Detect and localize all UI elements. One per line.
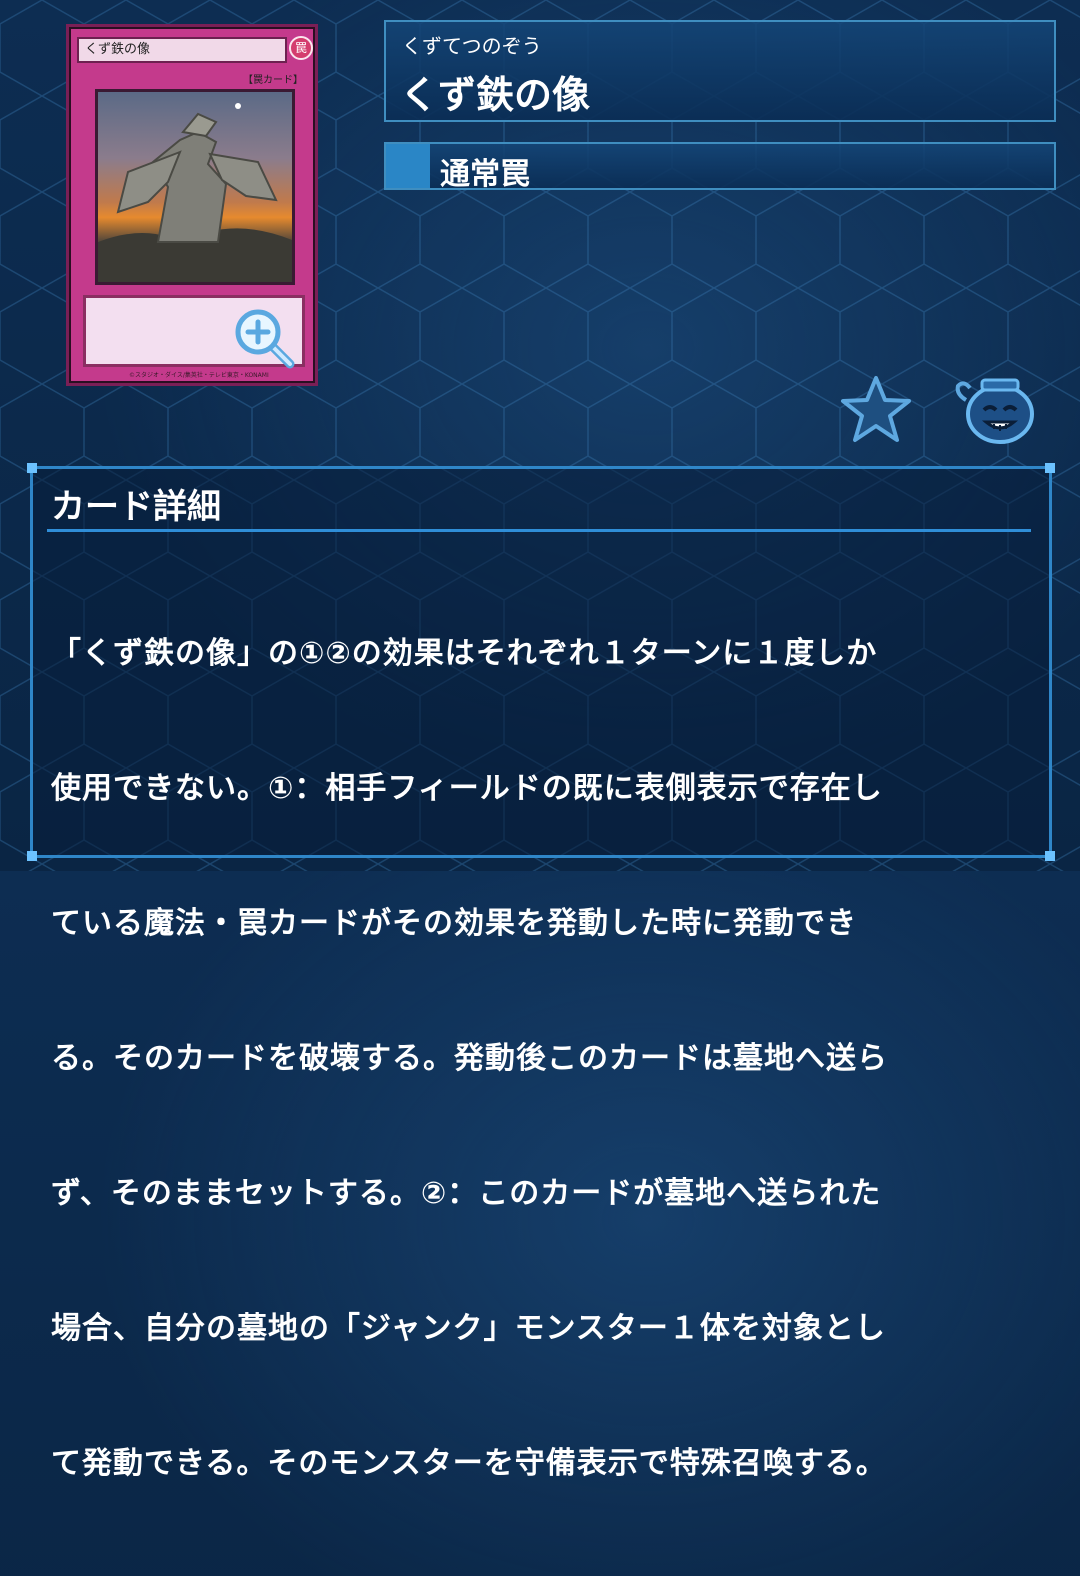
card-type-tag: 【罠カード】 — [243, 75, 303, 86]
trap-attribute-icon: 罠 — [289, 36, 313, 60]
effect-line: る。そのカードを破壊する。発動後このカードは墓地へ送ら — [51, 1041, 888, 1076]
effect-line: て発動できる。そのモンスターを守備表示で特殊召喚する。 — [51, 1446, 887, 1481]
panel-corner — [1045, 463, 1055, 473]
card-name-panel: くずてつのぞう くず鉄の像 — [384, 20, 1056, 122]
detail-divider — [47, 529, 1031, 532]
card-detail-panel: カード詳細 「くず鉄の像」の①②の効果はそれぞれ１ターンに１度しか 使用できない… — [27, 463, 1055, 1481]
pot-of-greed-icon[interactable] — [952, 376, 1038, 446]
effect-line: 「くず鉄の像」の①②の効果はそれぞれ１ターンに１度しか — [51, 636, 878, 671]
card-type-panel: 通常罠 — [384, 142, 1056, 192]
card-name-bar: くず鉄の像 — [77, 37, 287, 63]
zoom-in-icon[interactable] — [232, 306, 298, 372]
card-effect-text: 「くず鉄の像」の①②の効果はそれぞれ１ターンに１度しか 使用できない。①：相手フ… — [51, 541, 1041, 1576]
detail-heading: カード詳細 — [51, 487, 221, 527]
effect-line: 場合、自分の墓地の「ジャンク」モンスター１体を対象とし — [51, 1311, 886, 1346]
effect-line: 使用できない。①：相手フィールドの既に表側表示で存在し — [51, 771, 883, 806]
type-indicator — [386, 144, 430, 188]
star-icon[interactable] — [838, 374, 914, 444]
panel-corner — [27, 463, 37, 473]
panel-corner — [1045, 851, 1055, 861]
card-name-reading: くずてつのぞう — [402, 34, 542, 58]
panel-corner — [27, 851, 37, 861]
effect-line: ている魔法・罠カードがその効果を発動した時に発動でき — [51, 906, 857, 941]
effect-line: ず、そのままセットする。②：このカードが墓地へ送られた — [51, 1176, 882, 1211]
card-type-label: 通常罠 — [440, 157, 530, 192]
card-name-title: くず鉄の像 — [400, 73, 591, 117]
card-artwork — [95, 89, 295, 285]
